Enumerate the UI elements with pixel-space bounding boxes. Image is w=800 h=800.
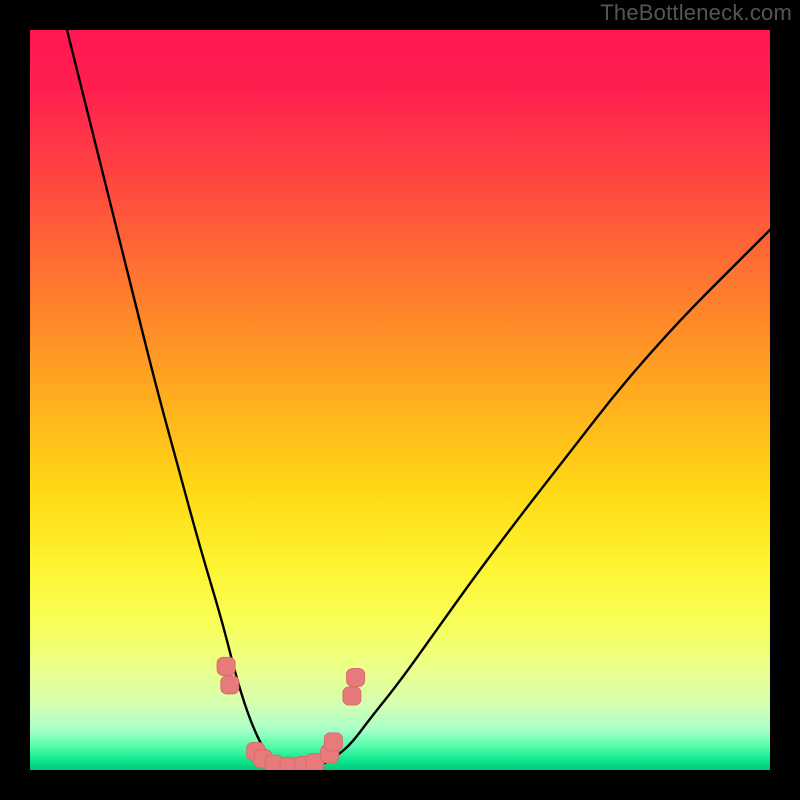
watermark-text: TheBottleneck.com (600, 0, 792, 26)
plot-frame (30, 30, 770, 770)
data-point (217, 657, 235, 675)
plot-background (30, 30, 770, 770)
data-point (343, 687, 361, 705)
bottleneck-plot (30, 30, 770, 770)
data-point (324, 733, 342, 751)
data-point (347, 669, 365, 687)
data-point (221, 676, 239, 694)
